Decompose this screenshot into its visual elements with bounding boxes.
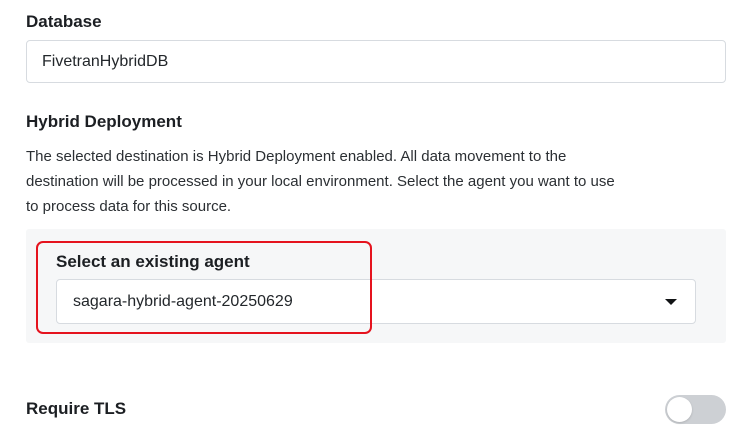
description-line-3: to process data for this source. — [26, 198, 232, 215]
agent-select-value: sagara-hybrid-agent-20250629 — [73, 292, 293, 310]
toggle-knob — [667, 397, 692, 422]
database-input-value: FivetranHybridDB — [42, 52, 169, 70]
description-line-1: The selected destination is Hybrid Deplo… — [26, 148, 567, 165]
agent-select-label: Select an existing agent — [56, 252, 250, 271]
database-label: Database — [26, 12, 102, 31]
description-line-2: destination will be processed in your lo… — [26, 173, 615, 190]
hybrid-deployment-heading: Hybrid Deployment — [26, 112, 182, 131]
require-tls-label: Require TLS — [26, 399, 127, 418]
database-input[interactable]: FivetranHybridDB — [26, 40, 726, 83]
caret-down-icon[interactable] — [665, 298, 677, 305]
agent-select-dropdown[interactable]: sagara-hybrid-agent-20250629 — [56, 279, 696, 324]
hybrid-deployment-description: The selected destination is Hybrid Deplo… — [26, 144, 615, 219]
require-tls-toggle[interactable] — [665, 395, 726, 424]
